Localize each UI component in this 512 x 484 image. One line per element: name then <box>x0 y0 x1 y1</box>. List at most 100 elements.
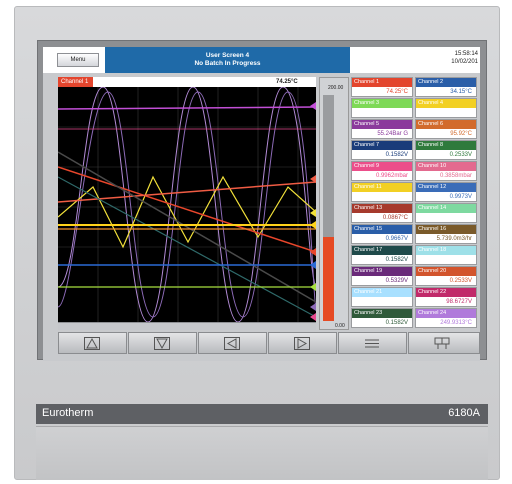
channel-tile[interactable]: Channel 1 74.25°C <box>351 77 413 97</box>
channel-tile-value: 55.24Bar G <box>377 131 408 137</box>
maker-logo: Eurotherm <box>42 407 94 419</box>
channel-tile[interactable]: Channel 14 <box>415 203 477 223</box>
bargraph-scale-min: 0.00 <box>335 323 345 329</box>
trace-gray-diag <box>57 151 317 303</box>
nav-left-button[interactable] <box>198 332 267 354</box>
nav-grid-button[interactable] <box>408 332 480 354</box>
channel-tile[interactable]: Channel 19 0.5329V <box>351 266 413 286</box>
time-readout: 15:58:14 <box>454 51 478 57</box>
chart-scroll-strip[interactable] <box>58 322 316 330</box>
channel-tile-name: Channel 17 <box>352 246 412 255</box>
channel-tile[interactable]: Channel 8 0.2533V <box>415 140 477 160</box>
bargraph-scale-max: 200.00 <box>328 85 344 91</box>
channel-tiles: Channel 1 74.25°C Channel 2 34.15°C Channel … <box>351 77 479 330</box>
channel-tile-name: Channel 6 <box>416 120 476 129</box>
channel-tile-name: Channel 18 <box>416 246 476 255</box>
bargraph-fill <box>323 237 334 321</box>
channel-tile-name: Channel 16 <box>416 225 476 234</box>
nav-menu-button[interactable] <box>338 332 407 354</box>
channel-tile[interactable]: Channel 16 5.739.0m3/hr <box>415 224 477 244</box>
channel-tile[interactable]: Channel 9 0.9962mbar <box>351 161 413 181</box>
screen-title-panel[interactable]: User Screen 4 No Batch In Progress <box>105 47 350 73</box>
channel-tile-name: Channel 14 <box>416 204 476 213</box>
channel-tile-name: Channel 22 <box>416 288 476 297</box>
channel-tile-value: 0.0867°C <box>382 215 408 221</box>
left-arrow-icon <box>224 337 240 350</box>
channel-tile-value: 0.9973V <box>449 194 472 200</box>
trace-triangle-yellow <box>57 175 317 249</box>
nav-right-button[interactable] <box>268 332 337 354</box>
channel-tile[interactable]: Channel 21 <box>351 287 413 307</box>
channel-tile-value: 0.5329V <box>385 278 408 284</box>
channel-tile[interactable]: Channel 20 0.2533V <box>415 266 477 286</box>
channel-tile-name: Channel 11 <box>352 183 412 192</box>
screen-title: User Screen 4 <box>205 52 250 59</box>
channel-tile-value: 0.1582V <box>385 320 408 326</box>
down-arrow-icon <box>154 337 170 350</box>
channel-tile[interactable]: Channel 6 95.92°C <box>415 119 477 139</box>
channel-tile[interactable]: Channel 23 0.1582V <box>351 308 413 328</box>
channel-tile[interactable]: Channel 18 <box>415 245 477 265</box>
chart-channel-name: Channel 1 <box>58 77 93 87</box>
nav-bar <box>58 332 480 354</box>
channel-tile[interactable]: Channel 2 34.15°C <box>415 77 477 97</box>
clock: 15:58:14 10/02/201 <box>451 50 478 66</box>
trend-plot <box>57 86 317 323</box>
channel-tile-name: Channel 21 <box>352 288 412 297</box>
channel-tile-value: 0.2533V <box>449 152 472 158</box>
channel-tile[interactable]: Channel 24 249.9313°C <box>415 308 477 328</box>
channel-tile[interactable]: Channel 12 0.9973V <box>415 182 477 202</box>
channel-tile[interactable]: Channel 10 0.3858mbar <box>415 161 477 181</box>
channel-tile-name: Channel 2 <box>416 78 476 87</box>
nav-up-button[interactable] <box>58 332 127 354</box>
trace-red-up <box>57 181 317 203</box>
channel-tile[interactable]: Channel 4 <box>415 98 477 118</box>
channel-tile[interactable]: Channel 13 0.0867°C <box>351 203 413 223</box>
channel-tile-name: Channel 4 <box>416 99 476 108</box>
chart-channel-label: Channel 1 74.25°C <box>58 77 316 87</box>
bargraph-track <box>323 95 334 321</box>
trend-chart[interactable] <box>57 77 317 323</box>
channel-tile-name: Channel 15 <box>352 225 412 234</box>
channel-tile[interactable]: Channel 5 55.24Bar G <box>351 119 413 139</box>
channel-tile-name: Channel 19 <box>352 267 412 276</box>
display-screen: Menu User Screen 4 No Batch In Progress … <box>43 47 480 361</box>
channel-tile-value: 0.1582V <box>385 152 408 158</box>
trace-markers <box>310 102 316 321</box>
channel-tile-value: 95.92°C <box>450 131 472 137</box>
menu-button[interactable]: Menu <box>57 53 99 67</box>
model-label: 6180A <box>448 407 480 419</box>
grid-icon <box>434 337 450 349</box>
channel-tile-name: Channel 7 <box>352 141 412 150</box>
channel-tile[interactable]: Channel 15 0.9667V <box>351 224 413 244</box>
date-readout: 10/02/201 <box>451 59 478 65</box>
channel-tile-name: Channel 10 <box>416 162 476 171</box>
channel-tile-name: Channel 13 <box>352 204 412 213</box>
channel-tile-name: Channel 9 <box>352 162 412 171</box>
channel-tile-value: 0.9962mbar <box>375 173 408 179</box>
channel-tile-value: 0.9667V <box>385 236 408 242</box>
channel-tile-value: 0.1582V <box>385 257 408 263</box>
channel-tile-value: 249.9313°C <box>440 320 472 326</box>
channel-tile-name: Channel 1 <box>352 78 412 87</box>
channel-tile-name: Channel 24 <box>416 309 476 318</box>
channel-tile-value: 0.2533V <box>449 278 472 284</box>
channel-tile-value: 74.25°C <box>386 89 408 95</box>
channel-tile[interactable]: Channel 11 <box>351 182 413 202</box>
channel-tile[interactable]: Channel 17 0.1582V <box>351 245 413 265</box>
batch-status: No Batch In Progress <box>194 60 261 67</box>
channel-tile-name: Channel 12 <box>416 183 476 192</box>
channel-tile-name: Channel 5 <box>352 120 412 129</box>
up-arrow-icon <box>84 337 100 350</box>
nav-down-button[interactable] <box>128 332 197 354</box>
channel-tile-name: Channel 20 <box>416 267 476 276</box>
channel-tile-name: Channel 8 <box>416 141 476 150</box>
header-bar: Menu User Screen 4 No Batch In Progress … <box>43 47 480 73</box>
channel-tile[interactable]: Channel 22 98.6727V <box>415 287 477 307</box>
channel-tile-name: Channel 3 <box>352 99 412 108</box>
channel-tile[interactable]: Channel 3 <box>351 98 413 118</box>
channel-tile-value: 0.3858mbar <box>439 173 472 179</box>
channel-tile[interactable]: Channel 7 0.1582V <box>351 140 413 160</box>
right-arrow-icon <box>294 337 310 350</box>
channel-tile-value: 5.739.0m3/hr <box>436 236 472 242</box>
